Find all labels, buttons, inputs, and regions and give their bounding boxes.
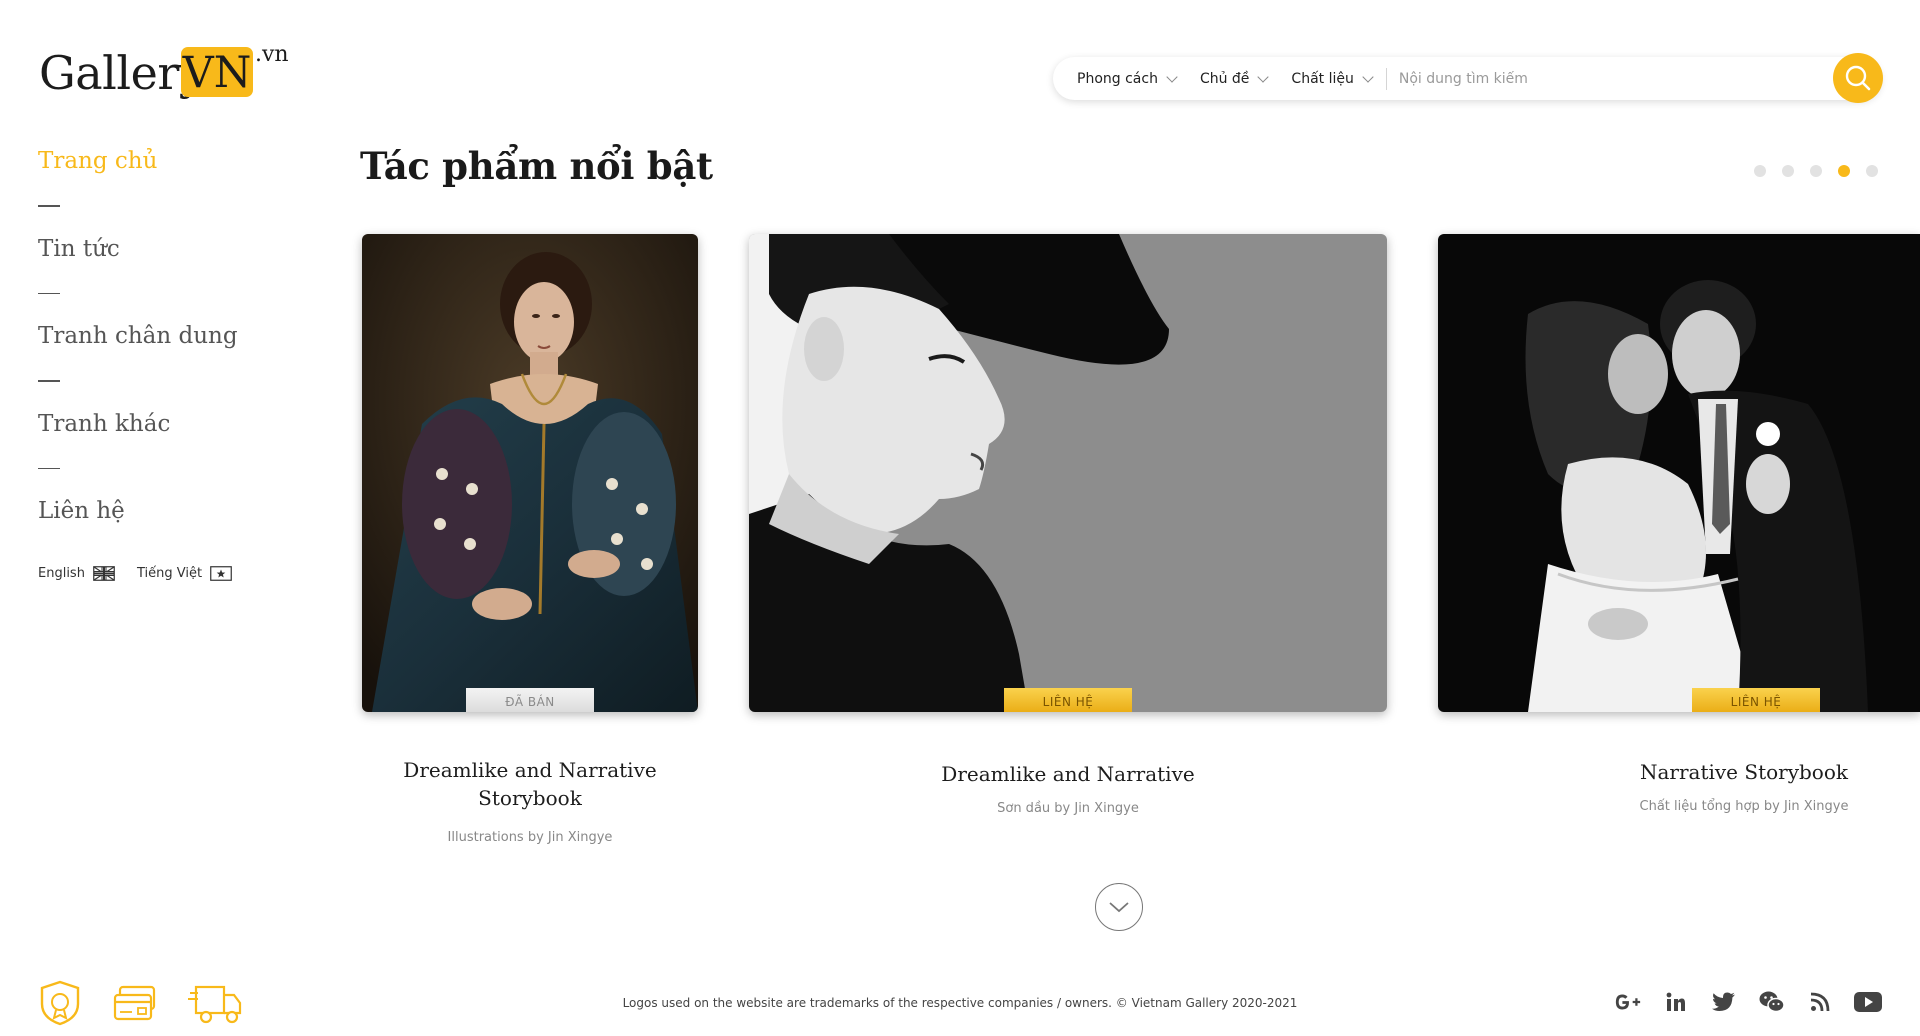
sidebar-nav: Trang chủ Tin tức Tranh chân dung Tranh … [38, 150, 278, 581]
carousel-dot-4[interactable] [1838, 165, 1850, 177]
wechat-icon[interactable] [1758, 988, 1786, 1016]
twitter-icon[interactable] [1710, 988, 1738, 1016]
chevron-down-icon [1362, 70, 1374, 83]
nav-divider [38, 292, 60, 294]
nav-item-other-paintings[interactable]: Tranh khác [38, 412, 278, 436]
filter-topic-label: Chủ đề [1199, 70, 1250, 87]
artwork-subtitle: Illustrations by Jin Xingye [447, 830, 613, 845]
status-badge[interactable]: LIÊN HỆ [1004, 688, 1132, 712]
artwork-frame: LIÊN HỆ [1438, 234, 1920, 712]
nav-item-home[interactable]: Trang chủ [38, 150, 278, 173]
rss-icon[interactable] [1806, 988, 1834, 1016]
carousel-dot-5[interactable] [1866, 165, 1878, 177]
carousel-dot-1[interactable] [1754, 165, 1766, 177]
search-icon [1845, 65, 1871, 91]
artwork-image[interactable] [749, 234, 1387, 712]
vietnam-flag-icon [210, 566, 232, 581]
filter-style-dropdown[interactable]: Phong cách [1053, 70, 1178, 87]
status-badge[interactable]: ĐÃ BÁN [466, 688, 594, 712]
section-title: Tác phẩm nổi bật [360, 144, 713, 188]
filter-topic-dropdown[interactable]: Chủ đề [1176, 70, 1270, 87]
logo-text-tld: .vn [255, 42, 289, 67]
artwork-title[interactable]: Dreamlike and Narrative Storybook [390, 756, 670, 812]
social-links [1594, 988, 1882, 1016]
chevron-down-icon [1109, 902, 1129, 913]
status-badge[interactable]: LIÊN HỆ [1692, 688, 1820, 712]
artwork-title[interactable]: Narrative Storybook [1594, 758, 1894, 786]
artwork-image[interactable] [362, 234, 698, 712]
google-plus-icon[interactable] [1614, 988, 1642, 1016]
artwork-frame: ĐÃ BÁN [362, 234, 698, 712]
search-bar: Phong cách Chủ đề Chất liệu [1053, 53, 1883, 103]
language-english-label: English [38, 566, 85, 581]
carousel-dot-2[interactable] [1782, 165, 1794, 177]
logo-text-vn: VN [181, 47, 253, 98]
filter-material-label: Chất liệu [1291, 70, 1354, 87]
artwork-card[interactable]: LIÊN HỆ [749, 234, 1387, 712]
scroll-down-button[interactable] [1095, 883, 1143, 931]
language-vietnamese-label: Tiếng Việt [136, 566, 203, 581]
logo-text-gallery: Gallery [39, 46, 205, 100]
artwork-subtitle: Chất liệu tổng hợp by Jin Xingye [1639, 799, 1849, 814]
artwork-card[interactable]: LIÊN HỆ [1438, 234, 1920, 712]
artwork-frame: LIÊN HỆ [749, 234, 1387, 712]
search-button[interactable] [1833, 53, 1883, 103]
nav-item-news[interactable]: Tin tức [38, 237, 278, 261]
nav-divider [38, 205, 60, 207]
linkedin-icon[interactable] [1662, 988, 1690, 1016]
artwork-subtitle: Sơn dầu by Jin Xingye [997, 801, 1139, 816]
carousel-pagination [1754, 165, 1894, 177]
carousel-dot-3[interactable] [1810, 165, 1822, 177]
artwork-card[interactable]: ĐÃ BÁN [362, 234, 698, 712]
language-english[interactable]: English [38, 566, 115, 581]
site-logo[interactable]: Gallery VN .vn [39, 44, 299, 104]
language-vietnamese[interactable]: Tiếng Việt [137, 566, 232, 581]
artwork-image[interactable] [1438, 234, 1920, 712]
filter-material-dropdown[interactable]: Chất liệu [1267, 70, 1374, 87]
nav-item-portraits[interactable]: Tranh chân dung [38, 325, 278, 348]
nav-item-contact[interactable]: Liên hệ [38, 500, 278, 523]
nav-divider [38, 467, 60, 469]
filter-style-label: Phong cách [1077, 70, 1158, 87]
language-switcher: English Tiếng Việt [38, 566, 278, 581]
artwork-title[interactable]: Dreamlike and Narrative [918, 760, 1218, 788]
nav-divider [38, 380, 60, 382]
youtube-icon[interactable] [1854, 988, 1882, 1016]
uk-flag-icon [93, 566, 115, 581]
search-input[interactable] [1386, 63, 1881, 94]
